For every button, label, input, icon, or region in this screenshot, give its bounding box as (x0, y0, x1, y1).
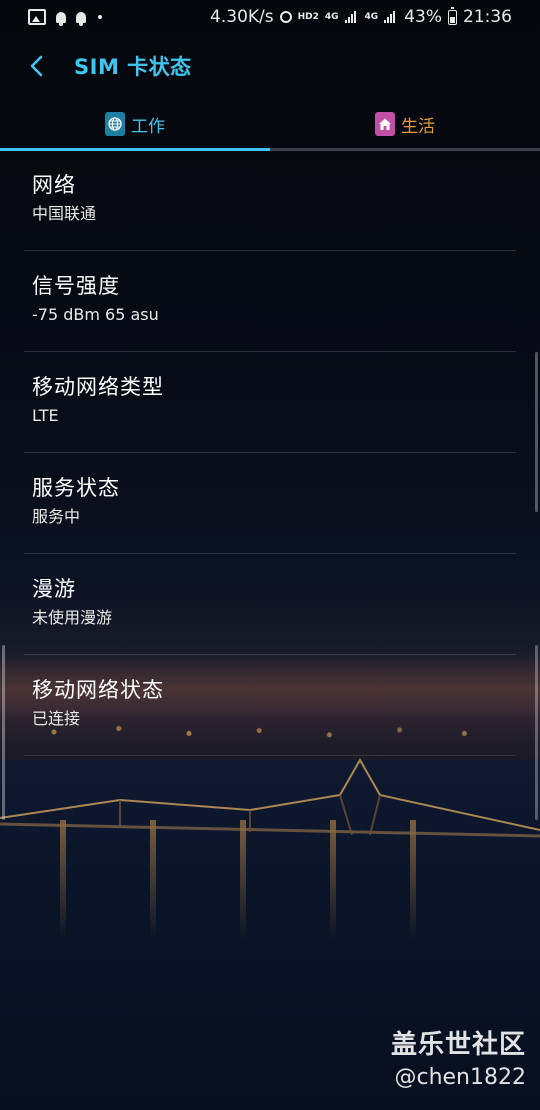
network-type-1: 4G (324, 12, 339, 22)
item-value: -75 dBm 65 asu (32, 305, 159, 324)
battery-icon (448, 6, 457, 25)
item-value: 服务中 (32, 507, 81, 526)
watermark: 盖乐世社区 @chen1822 (391, 1024, 526, 1090)
item-title: 服务状态 (32, 476, 120, 500)
item-title: 信号强度 (32, 274, 120, 298)
scrollbar[interactable] (535, 352, 538, 512)
battery-percent: 43% (404, 7, 442, 27)
system-indicators: 4.30K/s HD2 4G 4G 43% 21:36 (210, 6, 540, 27)
bell-icon (56, 11, 66, 26)
light-reflection (330, 820, 336, 940)
light-reflection (150, 820, 156, 940)
tab-label: 生活 (401, 116, 435, 137)
edge-handle[interactable] (535, 645, 538, 820)
back-button[interactable] (24, 54, 48, 78)
signal-icon (384, 11, 398, 23)
network-type-2: 4G (364, 12, 379, 22)
item-value: 已连接 (32, 709, 81, 728)
edge-handle[interactable] (2, 645, 5, 820)
item-title: 移动网络类型 (32, 375, 164, 399)
page-title: SIM 卡状态 (74, 55, 192, 79)
light-reflection (240, 820, 246, 940)
hd-voice-label: HD2 (297, 12, 319, 22)
gallery-icon (28, 9, 46, 25)
list-item-service-state: 服务状态 服务中 (24, 453, 516, 554)
item-value: LTE (32, 406, 59, 425)
list-item-network: 网络 中国联通 (24, 150, 516, 251)
home-icon (375, 112, 395, 136)
more-dot-icon (98, 15, 102, 19)
list-item-signal-strength: 信号强度 -75 dBm 65 asu (24, 251, 516, 352)
notification-icons (0, 9, 102, 26)
item-title: 移动网络状态 (32, 678, 164, 702)
light-reflection (60, 820, 66, 940)
status-bar: 4.30K/s HD2 4G 4G 43% 21:36 (0, 0, 540, 34)
chevron-left-icon (30, 55, 43, 77)
sim-status-list: 网络 中国联通 信号强度 -75 dBm 65 asu 移动网络类型 LTE 服… (24, 150, 516, 756)
item-title: 漫游 (32, 577, 76, 601)
list-item-data-state: 移动网络状态 已连接 (24, 655, 516, 756)
item-value: 未使用漫游 (32, 608, 113, 627)
bell-icon (76, 11, 86, 26)
watermark-title: 盖乐世社区 (390, 1030, 526, 1060)
alarm-icon (279, 11, 292, 23)
light-reflection (410, 820, 416, 940)
signal-icon (344, 11, 359, 23)
app-header: SIM 卡状态 (0, 38, 540, 94)
clock: 21:36 (463, 7, 512, 27)
bridge-silhouette (0, 757, 540, 838)
globe-icon (105, 112, 125, 136)
sim-tabs: 工作 生活 (0, 100, 540, 151)
network-speed: 4.30K/s (210, 7, 274, 27)
tab-work-sim[interactable]: 工作 (0, 100, 270, 151)
list-item-network-type: 移动网络类型 LTE (24, 352, 516, 453)
item-title: 网络 (32, 173, 76, 197)
tab-life-sim[interactable]: 生活 (270, 100, 540, 148)
list-item-roaming: 漫游 未使用漫游 (24, 554, 516, 655)
tab-label: 工作 (131, 116, 165, 137)
item-value: 中国联通 (32, 204, 97, 223)
watermark-user: @chen1822 (394, 1065, 526, 1090)
